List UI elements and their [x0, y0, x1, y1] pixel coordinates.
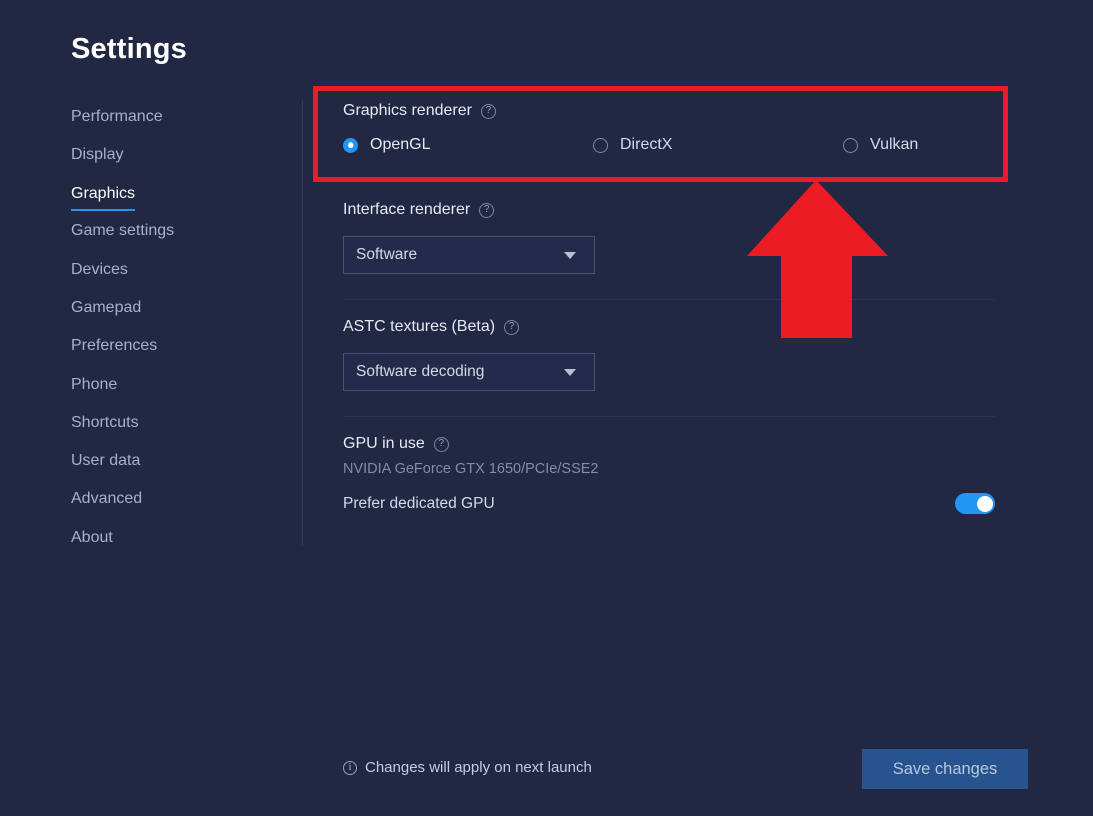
question-mark-circle-icon[interactable]: ?: [481, 104, 496, 119]
graphics-renderer-label: Graphics renderer: [343, 101, 472, 121]
sidebar-item-phone[interactable]: Phone: [71, 374, 117, 396]
interface-renderer-label: Interface renderer: [343, 200, 470, 220]
footer-note: i Changes will apply on next launch: [343, 759, 592, 776]
section-divider: [343, 299, 995, 300]
page-title: Settings: [71, 33, 187, 66]
astc-textures-label-row: ASTC textures (Beta) ?: [343, 317, 519, 337]
sidebar-item-game-settings[interactable]: Game settings: [71, 220, 174, 242]
radio-label-vulkan: Vulkan: [870, 136, 918, 154]
prefer-dedicated-gpu-row: Prefer dedicated GPU: [343, 493, 995, 514]
gpu-in-use-label: GPU in use: [343, 434, 425, 454]
sidebar: Settings Performance Display Graphics Ga…: [0, 0, 302, 816]
radio-label-opengl: OpenGL: [370, 136, 430, 154]
graphics-renderer-label-row: Graphics renderer ?: [343, 101, 496, 121]
toggle-knob: [977, 496, 993, 512]
astc-textures-label: ASTC textures (Beta): [343, 317, 495, 337]
radio-mark-vulkan: [843, 138, 858, 153]
interface-renderer-select[interactable]: Software: [343, 236, 595, 274]
question-mark-circle-icon[interactable]: ?: [504, 320, 519, 335]
radio-mark-opengl: [343, 138, 358, 153]
sidebar-item-preferences[interactable]: Preferences: [71, 335, 157, 357]
sidebar-nav: Performance Display Graphics Game settin…: [71, 106, 291, 565]
interface-renderer-value: Software: [356, 246, 417, 264]
graphics-renderer-radio-group: OpenGL DirectX Vulkan: [343, 136, 963, 154]
chevron-down-icon: [564, 369, 576, 376]
save-changes-button[interactable]: Save changes: [862, 749, 1028, 789]
sidebar-item-devices[interactable]: Devices: [71, 259, 128, 281]
sidebar-item-performance[interactable]: Performance: [71, 106, 163, 128]
prefer-dedicated-gpu-label: Prefer dedicated GPU: [343, 495, 495, 513]
interface-renderer-label-row: Interface renderer ?: [343, 200, 494, 220]
radio-label-directx: DirectX: [620, 136, 672, 154]
footer-note-text: Changes will apply on next launch: [365, 759, 592, 776]
question-mark-circle-icon[interactable]: ?: [434, 437, 449, 452]
sidebar-item-user-data[interactable]: User data: [71, 450, 140, 472]
astc-textures-value: Software decoding: [356, 363, 484, 381]
radio-option-vulkan[interactable]: Vulkan: [843, 136, 918, 154]
gpu-in-use-label-row: GPU in use ?: [343, 434, 449, 454]
question-mark-circle-icon[interactable]: ?: [479, 203, 494, 218]
sidebar-item-advanced[interactable]: Advanced: [71, 488, 142, 510]
radio-option-opengl[interactable]: OpenGL: [343, 136, 593, 154]
sidebar-item-shortcuts[interactable]: Shortcuts: [71, 412, 139, 434]
sidebar-item-about[interactable]: About: [71, 527, 113, 549]
sidebar-item-display[interactable]: Display: [71, 144, 123, 166]
section-divider: [343, 416, 995, 417]
sidebar-item-graphics[interactable]: Graphics: [71, 183, 135, 211]
sidebar-item-gamepad[interactable]: Gamepad: [71, 297, 141, 319]
sidebar-content-divider: [302, 100, 303, 546]
astc-textures-select[interactable]: Software decoding: [343, 353, 595, 391]
prefer-dedicated-gpu-toggle[interactable]: [955, 493, 995, 514]
settings-content-panel: Graphics renderer ? OpenGL DirectX Vulka…: [343, 0, 995, 816]
gpu-device-name: NVIDIA GeForce GTX 1650/PCIe/SSE2: [343, 461, 598, 477]
chevron-down-icon: [564, 252, 576, 259]
info-circle-icon: i: [343, 761, 357, 775]
radio-mark-directx: [593, 138, 608, 153]
radio-option-directx[interactable]: DirectX: [593, 136, 843, 154]
